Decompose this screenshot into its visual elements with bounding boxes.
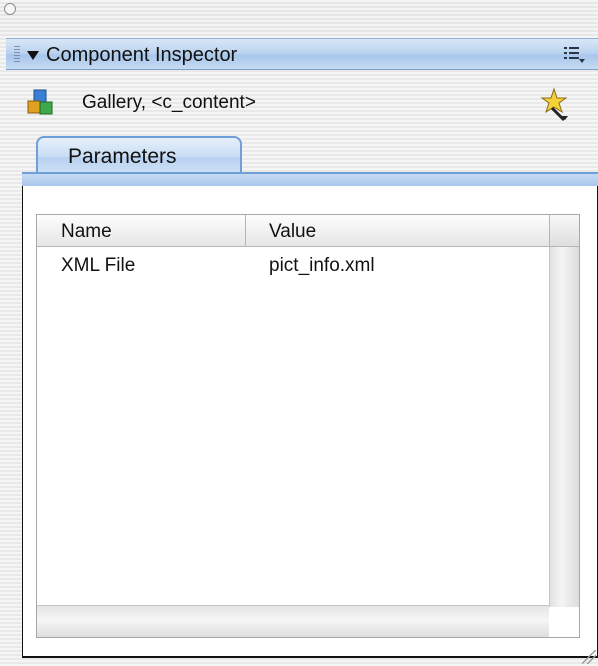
column-divider[interactable] <box>245 215 246 247</box>
param-name-cell: XML File <box>61 255 136 276</box>
component-info-row: Gallery, <c_content> <box>0 82 598 124</box>
column-header-value[interactable]: Value <box>269 221 316 243</box>
window-close-circle-icon[interactable] <box>4 3 16 15</box>
vertical-scrollbar[interactable] <box>549 247 579 607</box>
panel-options-icon[interactable] <box>564 45 586 65</box>
behaviors-wizard-icon[interactable] <box>538 86 574 122</box>
collapse-triangle-icon[interactable] <box>27 51 39 60</box>
horizontal-scrollbar[interactable] <box>37 605 549 637</box>
tab-parameters-label: Parameters <box>68 145 177 168</box>
panel-gripper-icon[interactable] <box>14 46 20 64</box>
scrollbar-header-corner <box>549 215 579 247</box>
grid-header: Name Value <box>37 215 549 247</box>
tab-strip <box>22 172 598 186</box>
param-value-cell[interactable]: pict_info.xml <box>269 255 375 277</box>
component-label: Gallery, <c_content> <box>82 92 256 113</box>
component-inspector-window: Component Inspector Gallery, <c_content>… <box>0 0 598 666</box>
panel-title: Component Inspector <box>46 44 238 66</box>
resize-grip-icon[interactable] <box>582 650 596 664</box>
tab-parameters[interactable]: Parameters <box>36 136 242 176</box>
window-titlebar[interactable] <box>0 0 598 36</box>
table-row[interactable]: XML File pict_info.xml <box>37 251 549 283</box>
component-icon <box>27 89 53 115</box>
column-header-name[interactable]: Name <box>61 221 112 243</box>
parameters-grid: Name Value XML File pict_info.xml <box>36 214 580 638</box>
panel-header[interactable]: Component Inspector <box>6 38 598 70</box>
